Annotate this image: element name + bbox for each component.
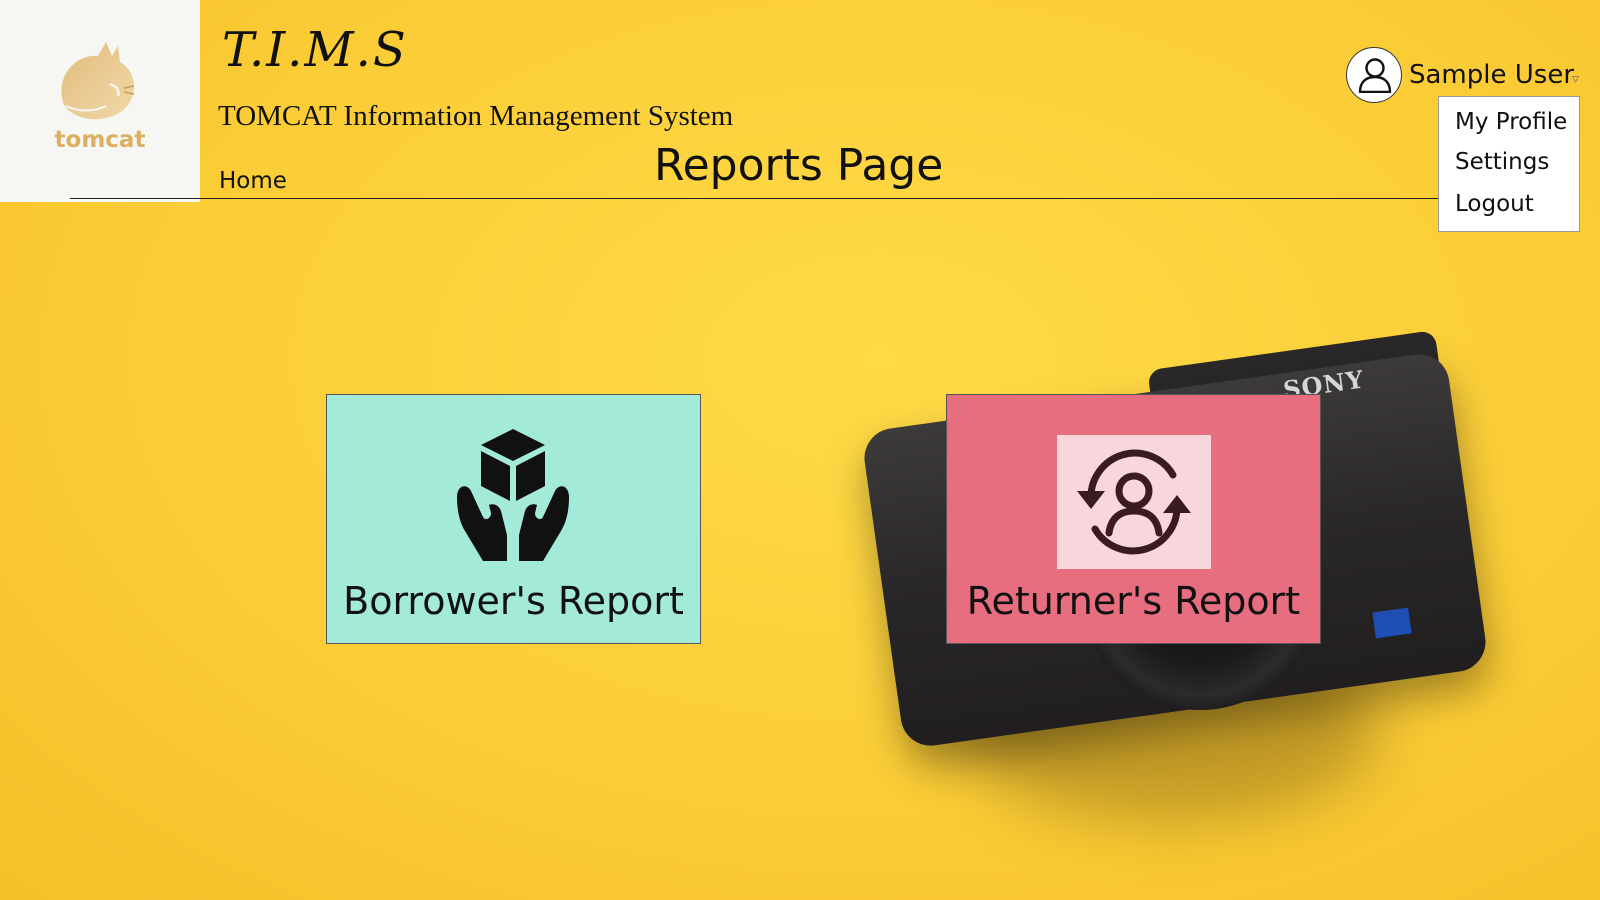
returners-report-card[interactable]: Returner's Report: [946, 394, 1321, 644]
user-sync-icon: [1077, 449, 1191, 555]
logo-text: tomcat: [54, 127, 146, 153]
header-divider: [70, 198, 1500, 199]
nav-home-link[interactable]: Home: [219, 168, 287, 194]
background-photo: SONY: [0, 0, 1600, 900]
app-subtitle: TOMCAT Information Management System: [218, 100, 734, 132]
page-title: Reports Page: [654, 140, 944, 191]
chevron-down-icon[interactable]: ▿: [1572, 71, 1579, 87]
menu-item-my-profile[interactable]: My Profile: [1455, 109, 1567, 135]
app-title: T.I.M.S: [222, 22, 408, 78]
logo[interactable]: tomcat: [0, 0, 200, 202]
user-icon: [1358, 58, 1392, 93]
zeiss-badge: [1372, 607, 1412, 639]
cat-logo-icon: [61, 42, 135, 120]
user-avatar[interactable]: [1346, 47, 1402, 103]
borrowers-report-card[interactable]: Borrower's Report: [326, 394, 701, 644]
hands-holding-box-icon: [457, 429, 569, 561]
user-dropdown-menu: My Profile Settings Logout: [1438, 96, 1580, 232]
menu-item-logout[interactable]: Logout: [1455, 191, 1534, 217]
returners-icon-tile: [1057, 435, 1211, 569]
returners-report-label: Returner's Report: [966, 579, 1301, 623]
user-name[interactable]: Sample User: [1409, 60, 1574, 90]
menu-item-settings[interactable]: Settings: [1455, 149, 1549, 175]
borrowers-report-label: Borrower's Report: [343, 579, 684, 623]
